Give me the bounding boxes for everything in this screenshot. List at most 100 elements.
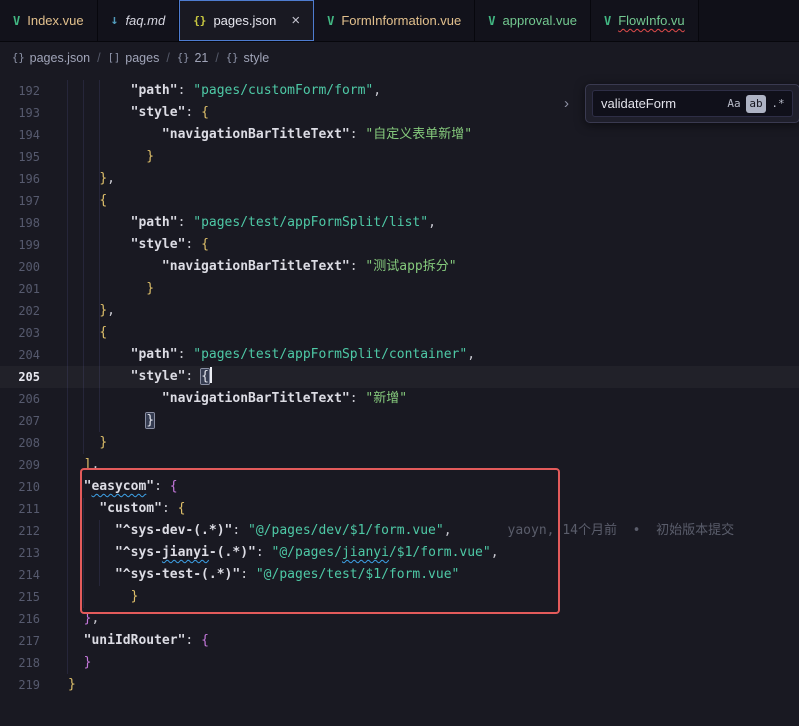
tab-faq-md[interactable]: ↓faq.md <box>98 0 180 41</box>
line-number: 212 <box>0 520 40 542</box>
code-token: "pages/test/appFormSplit/container" <box>193 347 467 362</box>
code-text: "navigationBarTitleText": "自定义表单新增" <box>68 124 472 146</box>
tab-forminformation-vue[interactable]: VFormInformation.vue <box>314 0 475 41</box>
find-input[interactable]: validateForm Aaab.* <box>592 90 793 117</box>
code-line[interactable]: 212 "^sys-dev-(.*)": "@/pages/dev/$1/for… <box>0 520 799 542</box>
code-token: "^sys-test-(.*)" <box>115 567 240 582</box>
code-token <box>68 413 146 428</box>
whole-word-toggle-icon[interactable]: ab <box>746 95 766 113</box>
code-token: " <box>146 479 154 494</box>
code-line[interactable]: 213 "^sys-jianyi-(.*)": "@/pages/jianyi/… <box>0 542 799 564</box>
json-icon: {} <box>193 14 206 27</box>
breadcrumb-separator: / <box>166 51 169 65</box>
breadcrumb-item-style[interactable]: {}style <box>226 51 269 65</box>
code-line[interactable]: 195 } <box>0 146 799 168</box>
code-text: } <box>68 586 138 608</box>
code-token <box>68 435 99 450</box>
code-line[interactable]: 209 ], <box>0 454 799 476</box>
code-line[interactable]: 214 "^sys-test-(.*)": "@/pages/test/$1/f… <box>0 564 799 586</box>
line-number: 208 <box>0 432 40 454</box>
match-case-toggle-icon[interactable]: Aa <box>724 95 744 113</box>
code-line[interactable]: 199 "style": { <box>0 234 799 256</box>
code-token: "path" <box>131 347 178 362</box>
code-token: : <box>162 501 178 516</box>
code-token: , <box>491 545 499 560</box>
code-token <box>68 149 146 164</box>
code-line[interactable]: 206 "navigationBarTitleText": "新增" <box>0 388 799 410</box>
code-token: "自定义表单新增" <box>365 127 472 142</box>
code-token: "^sys- <box>115 545 162 560</box>
code-line[interactable]: 208 } <box>0 432 799 454</box>
code-text: "path": "pages/customForm/form", <box>68 80 381 102</box>
breadcrumb-item-21[interactable]: {}21 <box>177 51 209 65</box>
code-line[interactable]: 203 { <box>0 322 799 344</box>
code-line[interactable]: 218 } <box>0 652 799 674</box>
tab-pages-json[interactable]: {}pages.json× <box>179 0 314 41</box>
line-number: 216 <box>0 608 40 630</box>
code-line[interactable]: 198 "path": "pages/test/appFormSplit/lis… <box>0 212 799 234</box>
tab-flowinfo-vu[interactable]: VFlowInfo.vu <box>591 0 699 41</box>
code-line[interactable]: 219} <box>0 674 799 696</box>
code-line[interactable]: 200 "navigationBarTitleText": "测试app拆分" <box>0 256 799 278</box>
code-token <box>68 633 84 648</box>
line-number: 193 <box>0 102 40 124</box>
code-line[interactable]: 217 "uniIdRouter": { <box>0 630 799 652</box>
code-text: { <box>68 190 107 212</box>
code-token: { <box>170 479 178 494</box>
code-line[interactable]: 194 "navigationBarTitleText": "自定义表单新增" <box>0 124 799 146</box>
code-token <box>68 479 84 494</box>
code-token <box>68 281 146 296</box>
code-text: }, <box>68 608 99 630</box>
code-line[interactable]: 210 "easycom": { <box>0 476 799 498</box>
code-token: } <box>68 677 76 692</box>
regex-toggle-icon[interactable]: .* <box>768 95 788 113</box>
code-line[interactable]: 211 "custom": { <box>0 498 799 520</box>
code-text: "^sys-dev-(.*)": "@/pages/dev/$1/form.vu… <box>68 520 734 542</box>
tab-approval-vue[interactable]: Vapproval.vue <box>475 0 591 41</box>
code-token <box>68 391 162 406</box>
text-cursor <box>210 367 212 383</box>
code-text: "path": "pages/test/appFormSplit/list", <box>68 212 436 234</box>
code-token: "navigationBarTitleText" <box>162 391 350 406</box>
code-line[interactable]: 197 { <box>0 190 799 212</box>
find-collapse-chevron-icon[interactable]: › <box>564 95 580 112</box>
code-line[interactable]: 204 "path": "pages/test/appFormSplit/con… <box>0 344 799 366</box>
code-token: : <box>154 479 170 494</box>
code-line[interactable]: 201 } <box>0 278 799 300</box>
breadcrumb-item-pages-json[interactable]: {}pages.json <box>12 51 90 65</box>
code-line[interactable]: 196 }, <box>0 168 799 190</box>
code-token: } <box>99 303 107 318</box>
code-token: "pages/customForm/form" <box>193 83 373 98</box>
code-token: "style" <box>131 369 186 384</box>
find-toggle-group: Aaab.* <box>722 94 788 113</box>
code-token: { <box>99 325 107 340</box>
code-editor[interactable]: 192 "path": "pages/customForm/form",193 … <box>0 74 799 726</box>
code-token <box>68 127 162 142</box>
code-text: "path": "pages/test/appFormSplit/contain… <box>68 344 475 366</box>
find-widget-box: validateForm Aaab.* <box>585 84 799 123</box>
code-line[interactable]: 205 "style": { <box>0 366 799 388</box>
tab-index-vue[interactable]: VIndex.vue <box>0 0 98 41</box>
code-token: : <box>185 633 201 648</box>
close-icon[interactable]: × <box>291 13 300 28</box>
breadcrumb-item-pages[interactable]: []pages <box>108 51 160 65</box>
code-token <box>68 457 84 472</box>
code-token <box>68 545 115 560</box>
code-line[interactable]: 215 } <box>0 586 799 608</box>
code-text: } <box>68 146 154 168</box>
code-line[interactable]: 216 }, <box>0 608 799 630</box>
line-number: 210 <box>0 476 40 498</box>
code-line[interactable]: 207 } <box>0 410 799 432</box>
code-token: } <box>99 171 107 186</box>
line-number: 211 <box>0 498 40 520</box>
code-token: } <box>84 655 92 670</box>
code-text: ], <box>68 454 99 476</box>
code-token: } <box>146 149 154 164</box>
code-text: "style": { <box>68 102 209 124</box>
code-token: : <box>178 215 194 230</box>
tab-label: FlowInfo.vu <box>618 13 684 28</box>
line-number: 205 <box>0 366 40 388</box>
code-token: { <box>178 501 186 516</box>
code-line[interactable]: 202 }, <box>0 300 799 322</box>
code-text: "easycom": { <box>68 476 178 498</box>
